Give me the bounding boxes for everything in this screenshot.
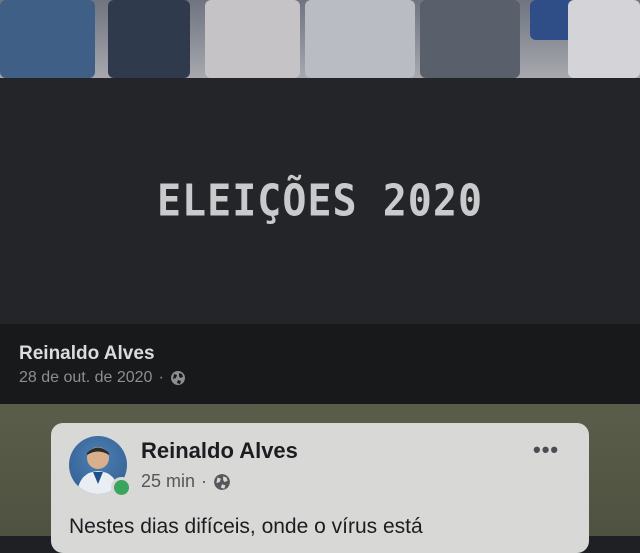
cover-banner[interactable]: ELEIÇÕES 2020 bbox=[0, 78, 640, 324]
photo-person-2 bbox=[108, 0, 190, 78]
embedded-post-text: Nestes dias difíceis, onde o vírus está bbox=[69, 515, 423, 538]
globe-icon bbox=[214, 473, 230, 490]
separator-dot: · bbox=[158, 369, 164, 386]
photo-person-3 bbox=[205, 0, 300, 78]
photo-person-4 bbox=[305, 0, 415, 78]
embedded-post-author[interactable]: Reinaldo Alves bbox=[141, 438, 298, 464]
photo-person-1 bbox=[0, 0, 95, 78]
embedded-post-time-line: 25 min · bbox=[141, 471, 231, 492]
separator-dot: · bbox=[201, 471, 208, 491]
cover-photo[interactable] bbox=[0, 0, 640, 78]
post-date[interactable]: 28 de out. de 2020 bbox=[19, 369, 152, 387]
post-date-line: 28 de out. de 2020 · bbox=[19, 369, 186, 387]
banner-title: ELEIÇÕES 2020 bbox=[156, 175, 484, 227]
photo-person-6 bbox=[568, 0, 640, 78]
embedded-post-time[interactable]: 25 min bbox=[141, 471, 195, 492]
more-options-icon[interactable]: ••• bbox=[533, 437, 559, 463]
online-status-indicator bbox=[111, 477, 132, 498]
post-author[interactable]: Reinaldo Alves bbox=[19, 343, 155, 365]
globe-icon bbox=[170, 371, 185, 385]
photo-person-5 bbox=[420, 0, 520, 78]
